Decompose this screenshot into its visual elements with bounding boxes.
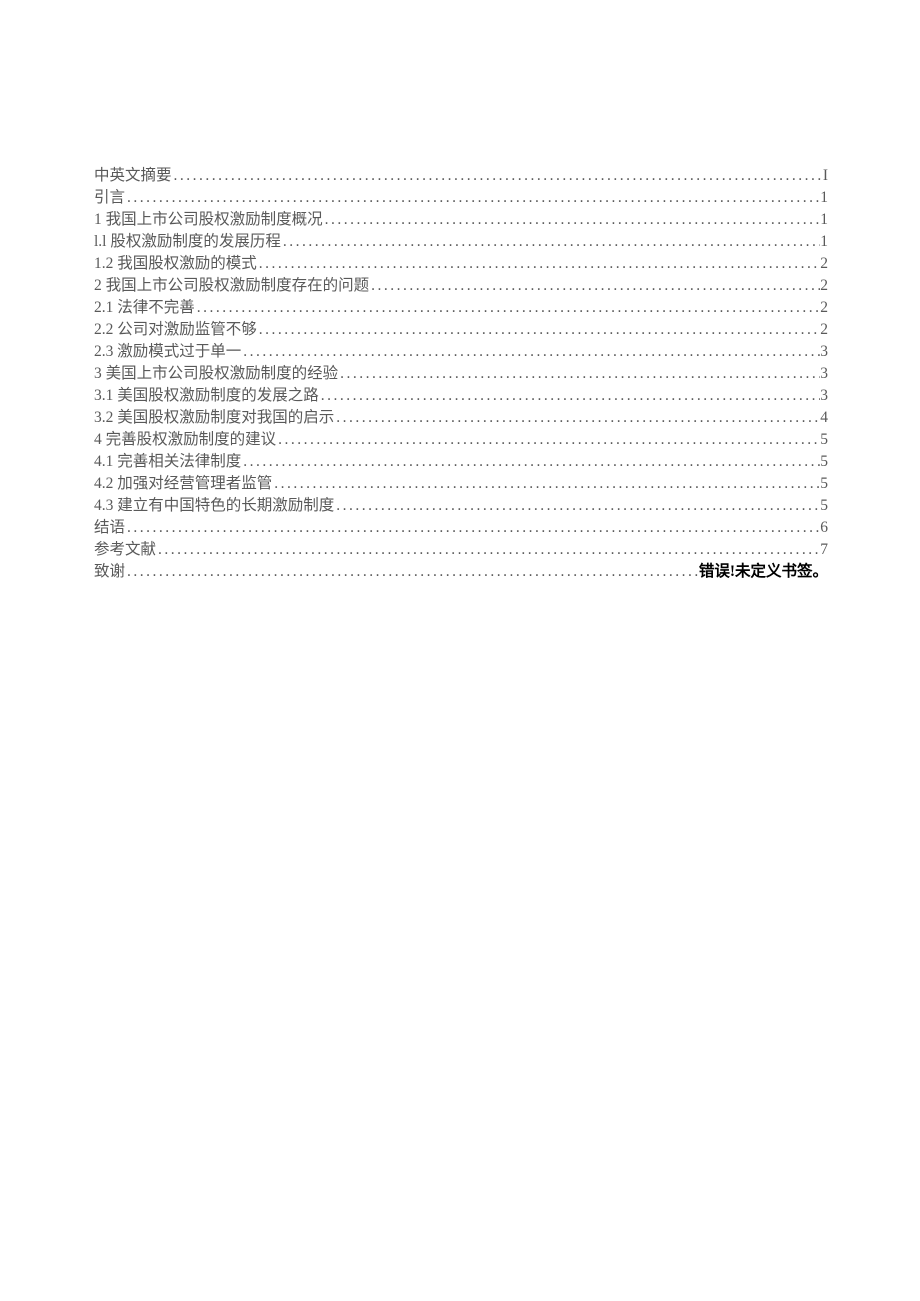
- toc-entry-label: 结语: [94, 517, 125, 539]
- toc-entry-page: 2: [820, 275, 828, 297]
- toc-entry-page: 5: [820, 495, 828, 517]
- toc-entry-page: 4: [820, 407, 828, 429]
- toc-entry: 2.2 公司对激励监管不够 2: [94, 319, 828, 341]
- toc-entry: 2 我国上市公司股权激励制度存在的问题 2: [94, 275, 828, 297]
- toc-dot-leader: [257, 319, 820, 341]
- toc-entry: 4.1 完善相关法律制度 5: [94, 451, 828, 473]
- document-page: 中英文摘要I引言11 我国上市公司股权激励制度概况1l.l 股权激励制度的发展历…: [0, 0, 920, 583]
- toc-entry-label: 引言: [94, 187, 125, 209]
- toc-entry-label: 参考文献: [94, 539, 156, 561]
- toc-entry: 4 完善股权激励制度的建议 5: [94, 429, 828, 451]
- toc-entry: 3 美国上市公司股权激励制度的经验 3: [94, 363, 828, 385]
- toc-entry-label: 致谢: [94, 561, 125, 583]
- toc-dot-leader: [241, 451, 820, 473]
- toc-entry: 引言 1: [94, 187, 828, 209]
- toc-entry: 结语 6: [94, 517, 828, 539]
- toc-entry-page: 1: [820, 231, 828, 253]
- toc-dot-leader: [338, 363, 820, 385]
- toc-entry-label: 4.2 加强对经营管理者监管: [94, 473, 272, 495]
- toc-dot-leader: [334, 407, 820, 429]
- toc-dot-leader: [334, 495, 820, 517]
- toc-entry-page: 7: [820, 539, 828, 561]
- toc-entry-page: 5: [820, 451, 828, 473]
- toc-entry: 参考文献 7: [94, 539, 828, 561]
- toc-entry-label: 1 我国上市公司股权激励制度概况: [94, 209, 323, 231]
- toc-entry-page: 1: [820, 209, 828, 231]
- toc-entry: 致谢 错误!未定义书签。: [94, 561, 828, 583]
- toc-dot-leader: [125, 561, 699, 583]
- toc-entry-label: 中英文摘要: [94, 165, 172, 187]
- toc-entry-label: 3 美国上市公司股权激励制度的经验: [94, 363, 338, 385]
- toc-entry-label: 4 完善股权激励制度的建议: [94, 429, 276, 451]
- toc-entry-label: 1.2 我国股权激励的模式: [94, 253, 257, 275]
- toc-dot-leader: [319, 385, 820, 407]
- toc-entry-page: 2: [820, 319, 828, 341]
- toc-entry: 4.3 建立有中国特色的长期激励制度 5: [94, 495, 828, 517]
- toc-entry: 3.2 美国股权激励制度对我国的启示 4: [94, 407, 828, 429]
- toc-entry-label: 4.3 建立有中国特色的长期激励制度: [94, 495, 334, 517]
- toc-entry-label: 2.1 法律不完善: [94, 297, 195, 319]
- toc-entry-page: 3: [820, 363, 828, 385]
- toc-entry-label: l.l 股权激励制度的发展历程: [94, 231, 281, 253]
- toc-dot-leader: [369, 275, 820, 297]
- toc-entry-label: 2.3 激励模式过于单一: [94, 341, 241, 363]
- toc-entry-label: 3.2 美国股权激励制度对我国的启示: [94, 407, 334, 429]
- toc-entry-page: 3: [820, 341, 828, 363]
- toc-entry: 2.3 激励模式过于单一 3: [94, 341, 828, 363]
- table-of-contents: 中英文摘要I引言11 我国上市公司股权激励制度概况1l.l 股权激励制度的发展历…: [94, 165, 828, 583]
- toc-entry-page: 3: [820, 385, 828, 407]
- toc-entry-label: 2 我国上市公司股权激励制度存在的问题: [94, 275, 369, 297]
- toc-entry: 中英文摘要 I: [94, 165, 828, 187]
- toc-dot-leader: [172, 165, 823, 187]
- toc-dot-leader: [276, 429, 820, 451]
- toc-entry-label: 3.1 美国股权激励制度的发展之路: [94, 385, 319, 407]
- toc-entry-page: 5: [820, 473, 828, 495]
- toc-entry: 2.1 法律不完善 2: [94, 297, 828, 319]
- toc-entry-label: 4.1 完善相关法律制度: [94, 451, 241, 473]
- toc-entry-page: I: [823, 165, 828, 187]
- toc-entry-page-error: 错误!未定义书签。: [699, 561, 828, 583]
- toc-dot-leader: [257, 253, 820, 275]
- toc-dot-leader: [156, 539, 820, 561]
- toc-entry: 3.1 美国股权激励制度的发展之路 3: [94, 385, 828, 407]
- toc-dot-leader: [241, 341, 820, 363]
- toc-dot-leader: [323, 209, 821, 231]
- toc-entry-page: 2: [820, 297, 828, 319]
- toc-dot-leader: [125, 517, 820, 539]
- toc-dot-leader: [125, 187, 820, 209]
- toc-entry: 1.2 我国股权激励的模式 2: [94, 253, 828, 275]
- toc-entry-page: 5: [820, 429, 828, 451]
- toc-dot-leader: [195, 297, 820, 319]
- toc-entry: l.l 股权激励制度的发展历程 1: [94, 231, 828, 253]
- toc-dot-leader: [272, 473, 820, 495]
- toc-dot-leader: [281, 231, 820, 253]
- toc-entry-page: 6: [820, 517, 828, 539]
- toc-entry-page: 1: [820, 187, 828, 209]
- toc-entry-label: 2.2 公司对激励监管不够: [94, 319, 257, 341]
- toc-entry-page: 2: [820, 253, 828, 275]
- toc-entry: 1 我国上市公司股权激励制度概况 1: [94, 209, 828, 231]
- toc-entry: 4.2 加强对经营管理者监管 5: [94, 473, 828, 495]
